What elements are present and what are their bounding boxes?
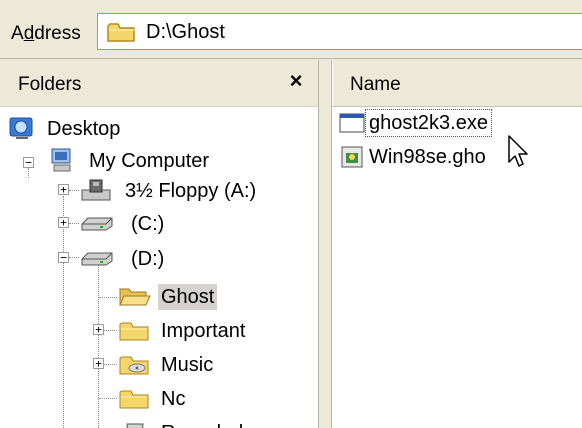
- tree-item-label: My Computer: [89, 150, 210, 172]
- column-header-name[interactable]: Name: [332, 60, 582, 106]
- folder-icon: [119, 390, 149, 409]
- tree-connector: [104, 364, 117, 365]
- tree-connector: [99, 398, 117, 399]
- open-folder-icon: [119, 288, 151, 306]
- tree-item-music[interactable]: Music: [118, 350, 216, 380]
- tree-connector: [69, 257, 79, 258]
- pane-splitter[interactable]: [319, 60, 332, 428]
- folder-icon: [107, 23, 135, 42]
- hard-drive-icon: [81, 252, 113, 266]
- tree-item-label: Music: [161, 354, 214, 376]
- folder-tree: Desktop − My Computer + 3½ Floppy (A:) +: [0, 106, 318, 428]
- tree-item-important[interactable]: Important: [118, 316, 248, 346]
- tree-item-nc[interactable]: Nc: [118, 384, 188, 414]
- file-name: ghost2k3.exe: [365, 109, 492, 137]
- tree-connector: [63, 196, 64, 428]
- mouse-cursor-icon: [508, 135, 528, 167]
- column-header-label: Name: [350, 74, 401, 95]
- tree-item-floppy[interactable]: 3½ Floppy (A:): [80, 176, 259, 206]
- tree-item-recycled[interactable]: Recycled: [118, 418, 246, 428]
- folders-title: Folders: [18, 74, 82, 95]
- tree-item-label: Nc: [161, 388, 186, 410]
- computer-icon: [51, 148, 71, 172]
- hard-drive-icon: [81, 217, 113, 231]
- tree-item-my-computer[interactable]: My Computer: [48, 146, 212, 176]
- file-name: Win98se.gho: [369, 146, 486, 168]
- address-bar: Address D:\Ghost: [0, 0, 582, 59]
- collapse-icon[interactable]: −: [58, 252, 69, 263]
- folders-pane: Folders × Desktop − My Computer + 3½ Flo…: [0, 60, 319, 428]
- folders-header: Folders ×: [0, 60, 318, 107]
- tree-item-desktop[interactable]: Desktop: [8, 114, 123, 144]
- exe-file-icon: [339, 113, 365, 133]
- expand-icon[interactable]: +: [93, 324, 104, 335]
- tree-item-label: Desktop: [47, 118, 121, 140]
- close-icon[interactable]: ×: [284, 68, 308, 94]
- floppy-drive-icon: [81, 179, 111, 201]
- tree-connector: [28, 168, 29, 178]
- expand-icon[interactable]: +: [93, 358, 104, 369]
- file-item-win98se[interactable]: Win98se.gho: [338, 142, 489, 172]
- tree-item-label: (D:): [131, 248, 165, 270]
- file-list-header: Name: [332, 60, 582, 107]
- tree-connector: [104, 330, 117, 331]
- tree-item-label: 3½ Floppy (A:): [125, 180, 257, 202]
- address-label: Address: [11, 23, 81, 44]
- tree-item-label: Important: [161, 320, 246, 342]
- file-item-ghost2k3[interactable]: ghost2k3.exe: [338, 108, 492, 138]
- desktop-icon: [9, 117, 33, 139]
- tree-item-drive-c[interactable]: (C:): [80, 209, 167, 239]
- address-value[interactable]: D:\Ghost: [146, 19, 225, 45]
- tree-item-label: Recycled: [158, 420, 246, 428]
- tree-connector: [98, 264, 99, 428]
- tree-item-drive-d[interactable]: (D:): [80, 244, 167, 274]
- gho-file-icon: [341, 146, 363, 168]
- collapse-icon[interactable]: −: [23, 157, 34, 168]
- music-folder-icon: [119, 356, 149, 375]
- expand-icon[interactable]: +: [58, 217, 69, 228]
- address-input[interactable]: D:\Ghost: [97, 13, 582, 50]
- tree-connector: [99, 297, 117, 298]
- expand-icon[interactable]: +: [58, 184, 69, 195]
- tree-item-ghost[interactable]: Ghost: [118, 282, 218, 312]
- folder-icon: [119, 322, 149, 341]
- file-list-pane: Name ghost2k3.exe Win98se.gho: [332, 60, 582, 428]
- tree-connector: [69, 190, 79, 191]
- recycle-bin-icon: [126, 423, 144, 428]
- tree-connector: [69, 223, 79, 224]
- tree-item-label: Ghost: [158, 284, 218, 310]
- tree-item-label: (C:): [131, 213, 165, 235]
